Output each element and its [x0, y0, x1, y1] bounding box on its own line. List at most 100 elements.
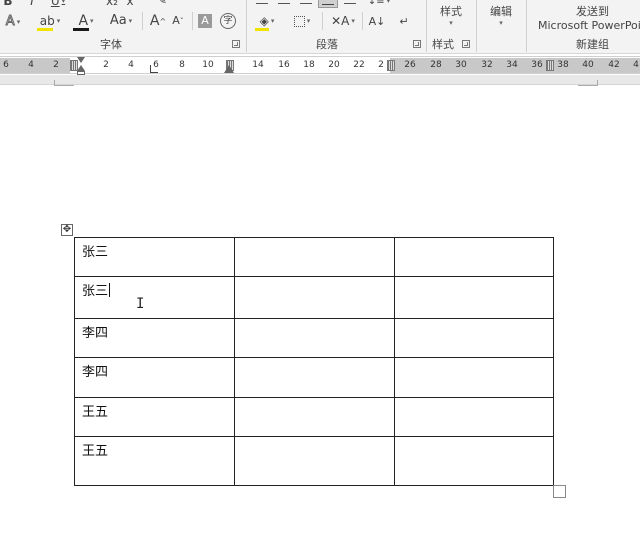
font-dialog-launcher[interactable] [232, 40, 240, 48]
align-left-icon [256, 0, 268, 4]
ribbon: B I U ▾ x₂ x ✎ A ▾ ab ▾ A ▾ Aa ▾ A ^ Aˇ A [0, 0, 640, 54]
separator [142, 12, 143, 30]
table-cell[interactable] [394, 357, 554, 398]
ruler-tick: 32 [481, 60, 493, 70]
ruler-tick: 8 [179, 60, 185, 70]
table-cell[interactable]: 张三 [74, 237, 235, 277]
table-cell[interactable]: 李四 [74, 357, 235, 398]
paragraph-group-label: 段落 [316, 38, 338, 51]
cell-text: 李四 [82, 326, 109, 341]
ruler-tick: 28 [430, 60, 442, 70]
table-cell[interactable] [234, 237, 395, 277]
justify-icon [322, 0, 334, 5]
cell-text: 王五 [82, 444, 109, 459]
page-corner-mark-left [54, 80, 74, 86]
font-color-bar [73, 28, 89, 31]
table-cell[interactable] [394, 276, 554, 319]
table-cell[interactable]: 王五 [74, 436, 235, 486]
separator [362, 12, 363, 30]
group-separator [526, 0, 527, 52]
align-right-button[interactable] [298, 0, 314, 6]
styles-button[interactable]: 样式 ▾ [432, 2, 470, 28]
horizontal-ruler[interactable]: 6 4 2 2 4 6 8 10 14 16 18 20 22 2 26 28 … [0, 56, 640, 75]
chevron-down-icon: ▾ [128, 17, 133, 25]
paragraph-dialog-launcher[interactable] [413, 40, 421, 48]
ruler-tick: 6 [3, 60, 9, 70]
shading-color-bar [255, 28, 269, 31]
enclose-char-button[interactable]: 字 [220, 13, 236, 29]
ruler-tick: 10 [202, 60, 214, 70]
chevron-down-icon: ▾ [449, 19, 453, 27]
send-to-powerpoint-button[interactable]: 发送到 Microsoft PowerPoi [532, 2, 640, 32]
ruler-tick: 38 [557, 60, 569, 70]
group-separator [246, 0, 247, 52]
highlight-color-bar [37, 28, 53, 31]
tab-stop-marker[interactable] [150, 65, 158, 73]
separator [322, 12, 323, 30]
table-cell[interactable] [234, 276, 395, 319]
table-cell[interactable] [234, 397, 395, 437]
table-cell[interactable]: 李四 [74, 318, 235, 358]
table-column-marker[interactable] [546, 60, 554, 71]
styles-dialog-launcher[interactable] [462, 40, 470, 48]
table-cell[interactable]: 王五 [74, 397, 235, 437]
table-row: 王五 [74, 436, 554, 486]
ruler-tick: 4 [28, 60, 34, 70]
bold-icon: B [3, 0, 13, 8]
first-line-indent-marker[interactable] [77, 57, 85, 63]
subscript-button[interactable]: x₂ [104, 0, 120, 7]
group-separator [476, 0, 477, 52]
bold-button[interactable]: B [2, 0, 14, 7]
grow-font-button[interactable]: A ^ [150, 12, 166, 30]
eraser-icon: ✎ [156, 0, 168, 7]
paragraph-mark-icon: ↵ [399, 14, 409, 28]
table-row: 王五 [74, 397, 554, 437]
chevron-down-icon: ▾ [306, 17, 311, 25]
table-cell[interactable] [234, 357, 395, 398]
align-left-button[interactable] [254, 0, 270, 6]
superscript-button[interactable]: x [124, 0, 136, 7]
right-indent-marker[interactable] [224, 65, 234, 73]
table-cell[interactable] [394, 397, 554, 437]
table-cell[interactable] [394, 237, 554, 277]
line-spacing-button[interactable]: ↕≡ ▾ [368, 0, 390, 7]
change-case-button[interactable]: Aa ▾ [106, 12, 136, 30]
table-cell[interactable] [394, 318, 554, 358]
text-effects-icon: A [5, 14, 15, 29]
char-shading-button[interactable]: A [198, 14, 212, 28]
table-cell[interactable] [234, 318, 395, 358]
chevron-down-icon: ▾ [56, 17, 61, 25]
clear-format-button[interactable]: ✎ [154, 0, 170, 6]
table-cell[interactable]: 张三 [74, 276, 235, 319]
move-arrows-icon: ✥ [62, 224, 72, 235]
distributed-button[interactable] [342, 0, 358, 6]
table-cell[interactable] [394, 436, 554, 486]
ruler-tick: 2 [378, 60, 384, 70]
text-effects-button[interactable]: A ▾ [2, 14, 24, 30]
editing-button[interactable]: 编辑 ▾ [482, 2, 520, 28]
sort-button[interactable]: A↓ [368, 12, 386, 30]
underline-button[interactable]: U ▾ [46, 0, 70, 7]
show-marks-button[interactable]: ↵ [396, 12, 412, 30]
table-resize-handle[interactable] [553, 485, 566, 498]
ruler-tick: 26 [404, 60, 416, 70]
styles-button-label: 样式 [440, 5, 462, 18]
chevron-down-icon: ▾ [61, 0, 66, 5]
align-center-button[interactable] [276, 0, 292, 6]
chevron-down-icon: ▾ [270, 17, 275, 25]
justify-button[interactable] [318, 0, 338, 8]
table-column-marker[interactable] [387, 60, 395, 71]
table-row: 张三 [74, 276, 554, 319]
new-group-label: 新建组 [576, 38, 609, 51]
cell-text: 李四 [82, 365, 109, 380]
shrink-font-button[interactable]: Aˇ [170, 12, 186, 30]
chinese-layout-button[interactable]: ✕A ▾ [330, 12, 356, 30]
table-cell[interactable] [234, 436, 395, 486]
borders-button[interactable]: ▾ [290, 12, 314, 30]
table-move-handle[interactable]: ✥ [61, 224, 73, 236]
table-row: 李四 [74, 357, 554, 398]
ruler-tick: 4 [128, 60, 134, 70]
ruler-left-margin [0, 58, 70, 73]
italic-button[interactable]: I [26, 0, 38, 7]
ruler-tick: 2 [53, 60, 59, 70]
